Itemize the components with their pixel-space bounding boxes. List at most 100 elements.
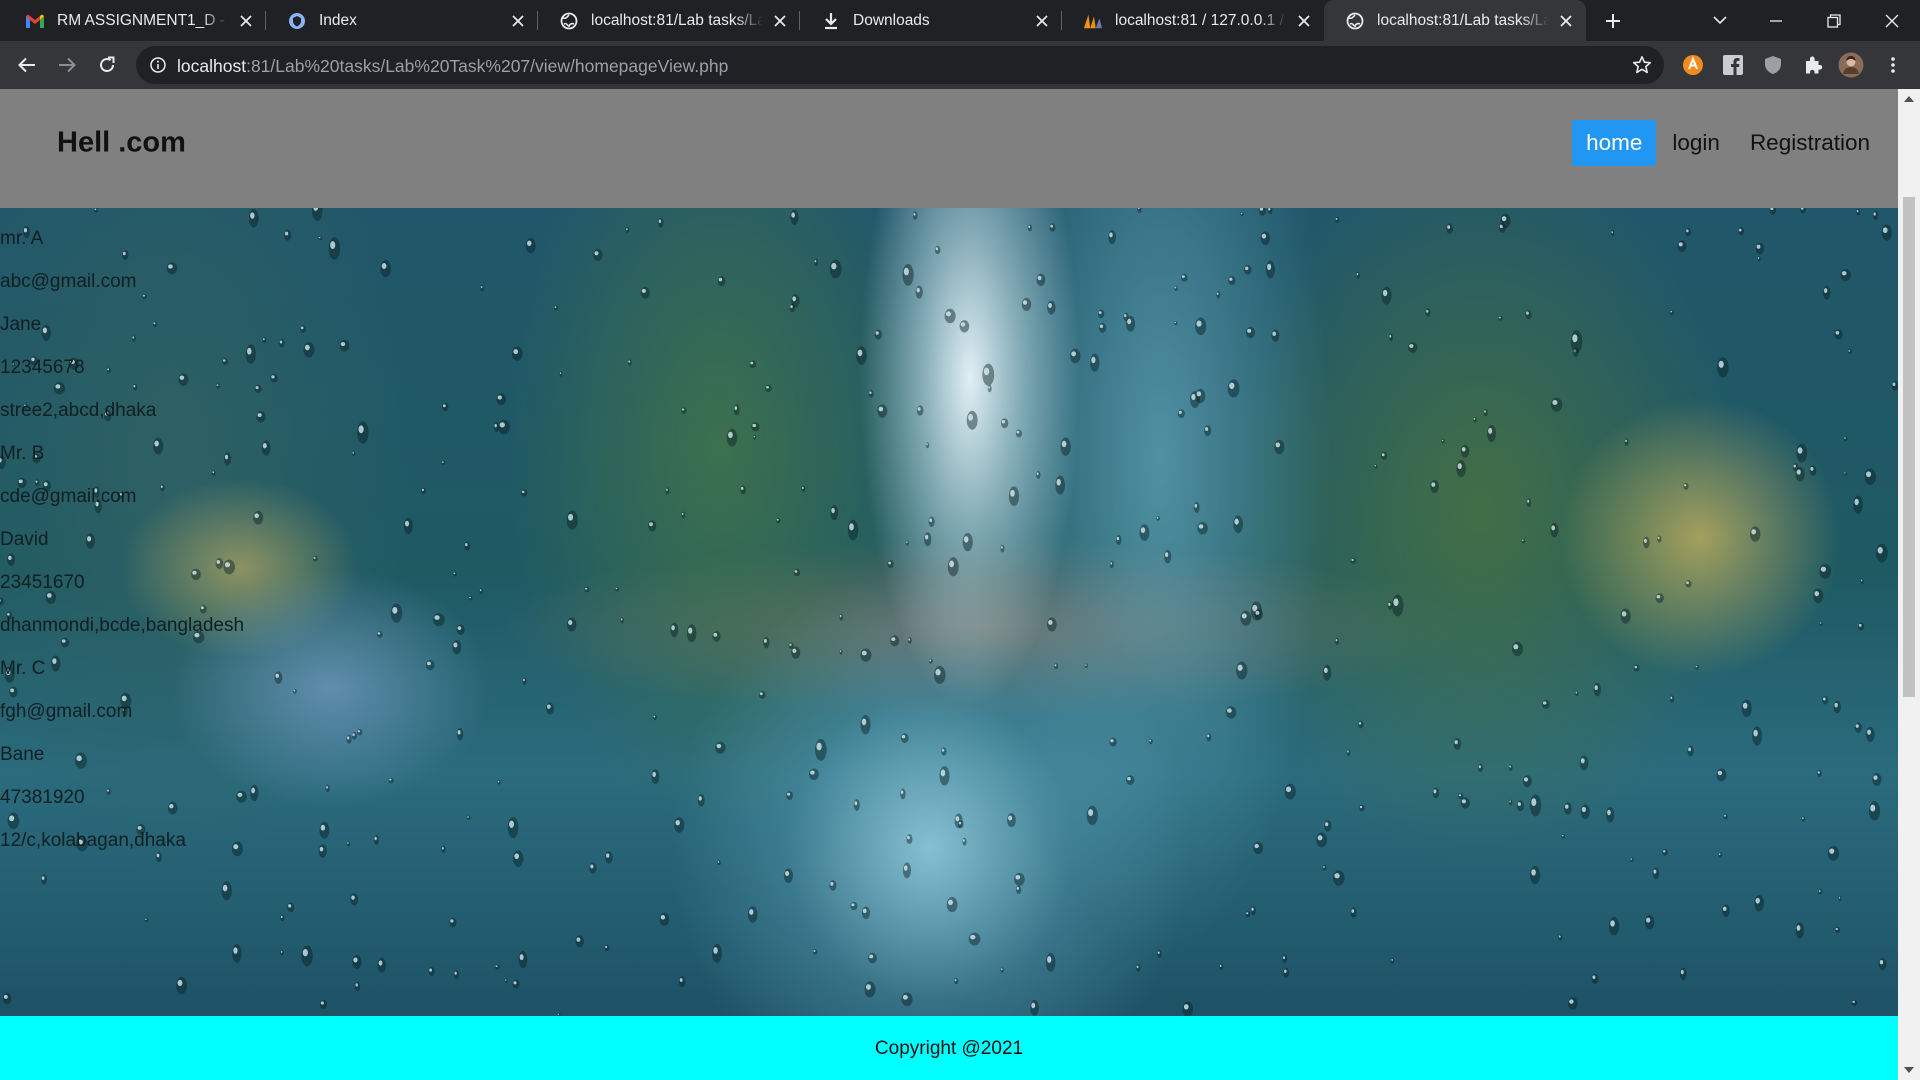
address-bar[interactable]: localhost:81/Lab%20tasks/Lab%20Task%207/…: [136, 46, 1664, 84]
extensions-puzzle-icon[interactable]: [1800, 52, 1826, 78]
tab-gmail[interactable]: RM ASSIGNMENT1_D - sho: [4, 0, 266, 41]
raindrop: [1795, 922, 1805, 939]
forward-button[interactable]: [52, 50, 82, 80]
site-info-icon[interactable]: [148, 55, 168, 75]
profile-avatar[interactable]: [1838, 52, 1864, 78]
raindrop: [1245, 911, 1251, 918]
close-tab-icon[interactable]: [1293, 10, 1315, 32]
raindrop: [1453, 738, 1462, 750]
tab-active-lab-tasks[interactable]: localhost:81/Lab tasks/Lab: [1324, 0, 1586, 41]
raindrop: [584, 586, 590, 593]
raindrop: [1381, 286, 1392, 305]
raindrop: [176, 976, 187, 995]
extension-facebook-icon[interactable]: [1720, 52, 1746, 78]
raindrop: [9, 686, 18, 698]
raindrop: [496, 393, 507, 406]
raindrop: [357, 421, 369, 444]
close-tab-icon[interactable]: [235, 10, 257, 32]
raindrop: [1425, 308, 1431, 317]
user-title: mr. A: [0, 228, 44, 249]
raindrop: [1164, 549, 1172, 564]
tab-lab-tasks[interactable]: localhost:81/Lab tasks/Lab T: [538, 0, 800, 41]
scroll-down-arrow-icon[interactable]: [1903, 1065, 1915, 1075]
nav-login[interactable]: login: [1658, 120, 1734, 166]
reload-button[interactable]: [92, 50, 122, 80]
close-tab-icon[interactable]: [769, 10, 791, 32]
raindrop: [1015, 885, 1022, 894]
raindrop: [1460, 444, 1470, 458]
raindrop: [1749, 526, 1761, 542]
raindrop: [1139, 524, 1150, 541]
raindrop: [216, 383, 221, 389]
restore-button[interactable]: [1806, 0, 1862, 41]
user-email: fgh@gmail.com: [0, 701, 133, 722]
close-tab-icon[interactable]: [507, 10, 529, 32]
page-scrollbar[interactable]: [1898, 89, 1920, 1080]
tab-search-button[interactable]: [1692, 0, 1748, 41]
raindrop: [830, 505, 839, 521]
new-tab-button[interactable]: [1598, 6, 1628, 36]
back-button[interactable]: [12, 50, 42, 80]
close-tab-icon[interactable]: [1555, 10, 1577, 32]
raindrop: [1854, 722, 1862, 733]
raindrop: [1274, 439, 1285, 455]
site-logo[interactable]: Hell .com: [57, 127, 186, 160]
raindrop: [274, 671, 283, 684]
scroll-up-arrow-icon[interactable]: [1903, 94, 1915, 104]
raindrop: [916, 405, 924, 416]
extension-shield-icon[interactable]: [1760, 52, 1786, 78]
nav-home[interactable]: home: [1572, 120, 1657, 166]
scrollbar-thumb[interactable]: [1903, 197, 1915, 697]
raindrop: [1741, 699, 1752, 718]
raindrop: [1792, 463, 1799, 472]
user-name: David: [0, 529, 49, 550]
raindrop: [1695, 664, 1699, 670]
close-window-button[interactable]: [1864, 0, 1920, 41]
tab-downloads[interactable]: Downloads: [800, 0, 1062, 41]
raindrop: [1069, 348, 1081, 364]
raindrop: [1193, 501, 1200, 514]
raindrop: [1677, 240, 1687, 252]
tab-title: localhost:81/Lab tasks/Lab: [1377, 11, 1549, 29]
tab-index[interactable]: Index: [266, 0, 538, 41]
raindrop: [1109, 737, 1117, 747]
raindrop: [1098, 322, 1107, 333]
raindrop: [887, 560, 894, 569]
raindrop: [1350, 557, 1357, 564]
raindrop: [1827, 845, 1840, 861]
raindrop: [1157, 950, 1162, 958]
raindrop: [1228, 276, 1236, 286]
raindrop: [717, 276, 726, 287]
raindrop: [1629, 857, 1634, 862]
bookmark-star-icon[interactable]: [1629, 52, 1655, 78]
raindrop: [717, 860, 721, 866]
nav-registration[interactable]: Registration: [1736, 120, 1884, 166]
address-url[interactable]: localhost:81/Lab%20tasks/Lab%20Task%207/…: [177, 56, 728, 77]
kebab-menu-icon: [1891, 57, 1895, 73]
raindrop: [1723, 813, 1728, 820]
raindrop: [1500, 213, 1511, 229]
browser-menu-button[interactable]: [1880, 52, 1906, 78]
raindrop: [1856, 208, 1861, 216]
raindrop: [279, 339, 285, 348]
raindrop: [93, 208, 99, 213]
raindrop: [1335, 637, 1340, 645]
raindrop: [1177, 409, 1185, 419]
raindrop: [280, 950, 284, 956]
raindrop: [814, 258, 818, 267]
raindrop: [1335, 216, 1340, 223]
extension-orange-icon[interactable]: [1680, 52, 1706, 78]
raindrop: [944, 308, 956, 324]
raindrop: [144, 917, 149, 923]
raindrop: [715, 741, 726, 754]
raindrop: [155, 851, 162, 863]
raindrop: [1282, 954, 1288, 964]
raindrop: [1182, 1001, 1194, 1016]
raindrop: [319, 999, 327, 1009]
minimize-button[interactable]: [1748, 0, 1804, 41]
raindrop: [1137, 208, 1142, 213]
raindrop: [1606, 807, 1615, 823]
tab-phpmyadmin[interactable]: localhost:81 / 127.0.0.1 / w: [1062, 0, 1324, 41]
raindrop: [1860, 578, 1864, 585]
close-tab-icon[interactable]: [1031, 10, 1053, 32]
